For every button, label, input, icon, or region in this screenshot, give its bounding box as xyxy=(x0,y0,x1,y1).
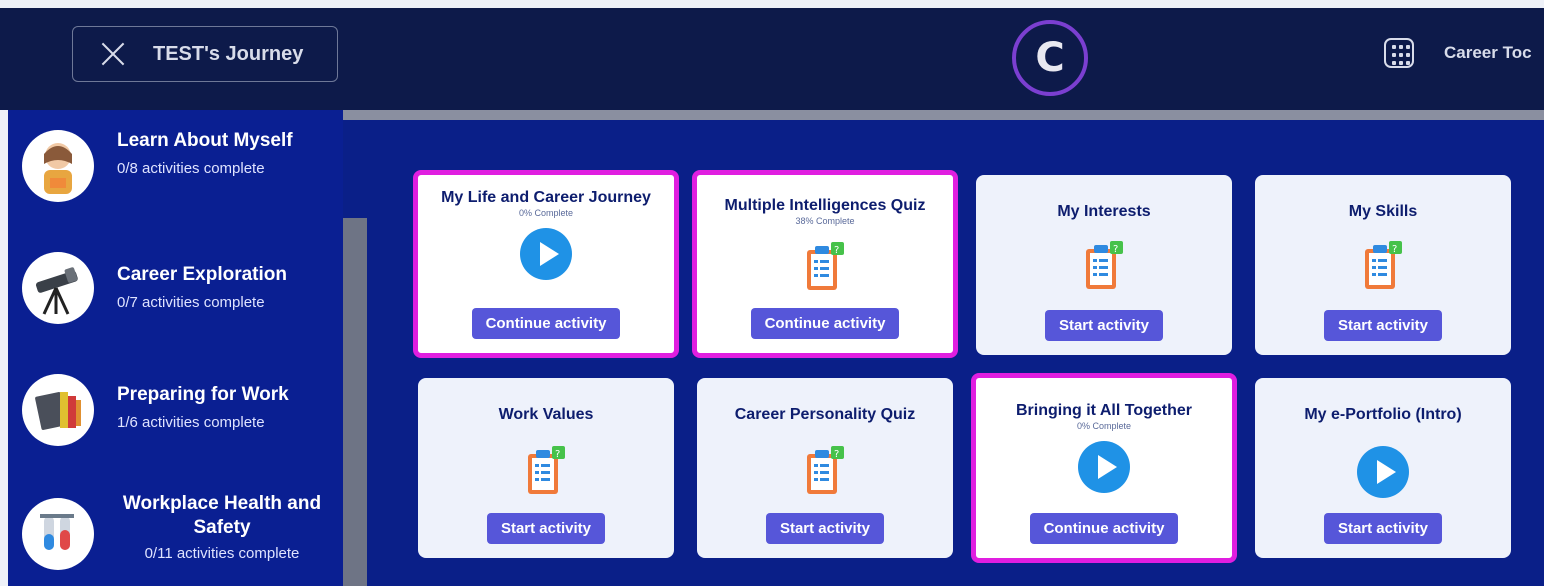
test-tubes-icon xyxy=(22,498,94,570)
sidebar-item-progress: 1/6 activities complete xyxy=(117,414,265,431)
continue-activity-button[interactable]: Continue activity xyxy=(471,308,621,339)
sidebar-item-learn-about-myself[interactable]: Learn About Myself 0/8 activities comple… xyxy=(22,130,332,210)
activity-title: My Skills xyxy=(1348,203,1418,220)
start-activity-button[interactable]: Start activity xyxy=(1044,310,1164,341)
sidebar-item-progress: 0/7 activities complete xyxy=(117,294,265,311)
activity-title: My Interests xyxy=(1057,203,1151,220)
sidebar-item-progress: 0/8 activities complete xyxy=(117,160,265,177)
quiz-clipboard-icon: ? xyxy=(1084,241,1124,293)
student-avatar-icon xyxy=(22,130,94,202)
sidebar-item-title: Career Exploration xyxy=(117,264,287,285)
start-activity-button[interactable]: Start activity xyxy=(765,513,885,544)
activity-card[interactable]: My Skills ? Start activity xyxy=(1255,175,1511,355)
career-tools-label: Career Toc xyxy=(1444,43,1532,62)
activity-card[interactable]: My Interests ? Start activity xyxy=(976,175,1232,355)
logo-c-icon: C xyxy=(1035,35,1065,81)
sidebar-item-career-exploration[interactable]: Career Exploration 0/7 activities comple… xyxy=(22,252,332,332)
journey-title: TEST's Journey xyxy=(153,42,304,65)
activity-card[interactable]: Career Personality Quiz ? Start activity xyxy=(697,378,953,558)
activity-title: My Life and Career Journey xyxy=(441,189,651,206)
app-logo[interactable]: C xyxy=(1012,20,1088,96)
books-icon xyxy=(22,374,94,446)
quiz-clipboard-icon: ? xyxy=(1363,241,1403,293)
svg-text:?: ? xyxy=(834,449,839,460)
activity-title: Multiple Intelligences Quiz xyxy=(724,197,926,214)
sidebar-item-title: Preparing for Work xyxy=(117,384,289,405)
activity-card[interactable]: My Life and Career Journey 0% Complete C… xyxy=(413,170,679,358)
sidebar-scrollbar[interactable] xyxy=(343,218,367,586)
svg-text:?: ? xyxy=(834,245,839,256)
sidebar-item-progress: 0/11 activities complete xyxy=(144,545,300,562)
activity-title: My e-Portfolio (Intro) xyxy=(1304,406,1462,423)
progress-strip xyxy=(343,110,1544,120)
apps-grid-icon xyxy=(1384,38,1414,68)
svg-text:?: ? xyxy=(1392,244,1397,255)
sidebar-item-preparing-for-work[interactable]: Preparing for Work 1/6 activities comple… xyxy=(22,374,332,454)
activity-card[interactable]: Multiple Intelligences Quiz 38% Complete… xyxy=(692,170,958,358)
quiz-clipboard-icon: ? xyxy=(805,242,845,294)
play-icon[interactable] xyxy=(1078,441,1130,493)
play-icon[interactable] xyxy=(520,228,572,280)
continue-activity-button[interactable]: Continue activity xyxy=(1029,513,1179,544)
activity-percent: 0% Complete xyxy=(518,208,574,218)
activity-percent: 0% Complete xyxy=(1076,421,1132,431)
activity-card[interactable]: Work Values ? Start activity xyxy=(418,378,674,558)
quiz-clipboard-icon: ? xyxy=(526,446,566,498)
svg-text:?: ? xyxy=(555,449,560,460)
sidebar-item-title: Workplace Health and Safety xyxy=(122,493,322,538)
close-icon[interactable] xyxy=(101,42,125,66)
start-activity-button[interactable]: Start activity xyxy=(1323,310,1443,341)
activity-title: Career Personality Quiz xyxy=(734,406,916,423)
telescope-icon xyxy=(22,252,94,324)
sidebar-item-title: Learn About Myself xyxy=(117,130,293,151)
quiz-clipboard-icon: ? xyxy=(805,446,845,498)
activity-percent: 38% Complete xyxy=(795,216,855,226)
sidebar-item-workplace-health-and-safety[interactable]: Workplace Health and Safety 0/11 activit… xyxy=(22,492,332,586)
sidebar: Learn About Myself 0/8 activities comple… xyxy=(8,110,343,586)
activity-title: Bringing it All Together xyxy=(1016,402,1192,419)
close-journey-button[interactable]: TEST's Journey xyxy=(72,26,338,82)
start-activity-button[interactable]: Start activity xyxy=(486,513,606,544)
play-icon[interactable] xyxy=(1357,446,1409,498)
activity-card[interactable]: My e-Portfolio (Intro) Start activity xyxy=(1255,378,1511,558)
start-activity-button[interactable]: Start activity xyxy=(1323,513,1443,544)
career-tools-button[interactable]: Career Toc xyxy=(1384,38,1532,68)
svg-text:?: ? xyxy=(1113,244,1118,255)
activity-card[interactable]: Bringing it All Together 0% Complete Con… xyxy=(971,373,1237,563)
activity-title: Work Values xyxy=(498,406,594,423)
continue-activity-button[interactable]: Continue activity xyxy=(750,308,900,339)
top-bar: TEST's Journey C Career Toc xyxy=(0,8,1544,110)
